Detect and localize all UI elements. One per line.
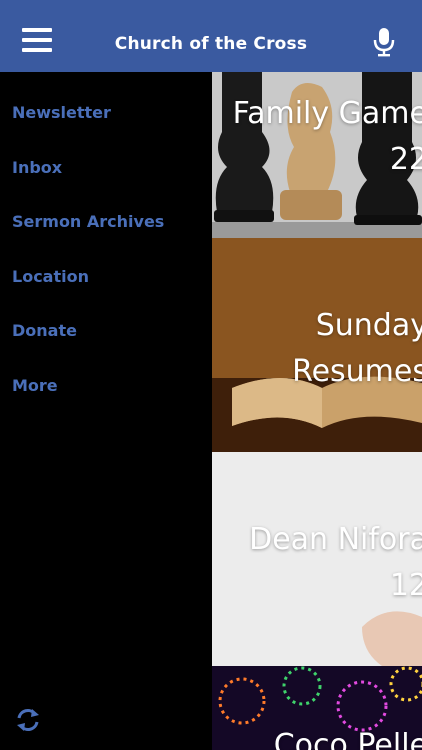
top-app-bar: Church of the Cross xyxy=(0,0,422,72)
drawer-item-sermon-archives[interactable]: Sermon Archives xyxy=(12,212,164,232)
drawer-item-donate[interactable]: Donate xyxy=(12,321,77,341)
event-card-sunday[interactable]: Sunday Resumes xyxy=(212,238,422,452)
open-book-image xyxy=(212,238,422,452)
drawer-item-inbox[interactable]: Inbox xyxy=(12,158,62,178)
refresh-icon[interactable] xyxy=(14,706,42,734)
drawer-item-newsletter[interactable]: Newsletter xyxy=(12,103,111,123)
event-card-dean-nifora[interactable]: Dean Nifora 12 xyxy=(212,452,422,666)
event-title: Coco Pelle xyxy=(273,728,422,750)
event-feed: Family Game 22 Sunday Resumes Dean Nifor… xyxy=(212,72,422,750)
event-card-coco-pelle[interactable]: Coco Pelle xyxy=(212,666,422,750)
event-card-family-game[interactable]: Family Game 22 xyxy=(212,72,422,238)
event-title: Family Game xyxy=(232,96,422,131)
event-title: Dean Nifora xyxy=(249,522,422,557)
app-title: Church of the Cross xyxy=(114,34,308,54)
drawer-item-location[interactable]: Location xyxy=(12,267,89,287)
navigation-drawer: Newsletter Inbox Sermon Archives Locatio… xyxy=(0,72,212,750)
event-title: Sunday xyxy=(315,308,422,343)
event-subtitle: 22 xyxy=(389,142,422,177)
event-subtitle: Resumes xyxy=(292,354,422,389)
event-subtitle: 12 xyxy=(389,568,422,603)
microphone-icon[interactable] xyxy=(372,27,396,57)
drawer-item-more[interactable]: More xyxy=(12,376,58,396)
hand-image xyxy=(212,452,422,666)
